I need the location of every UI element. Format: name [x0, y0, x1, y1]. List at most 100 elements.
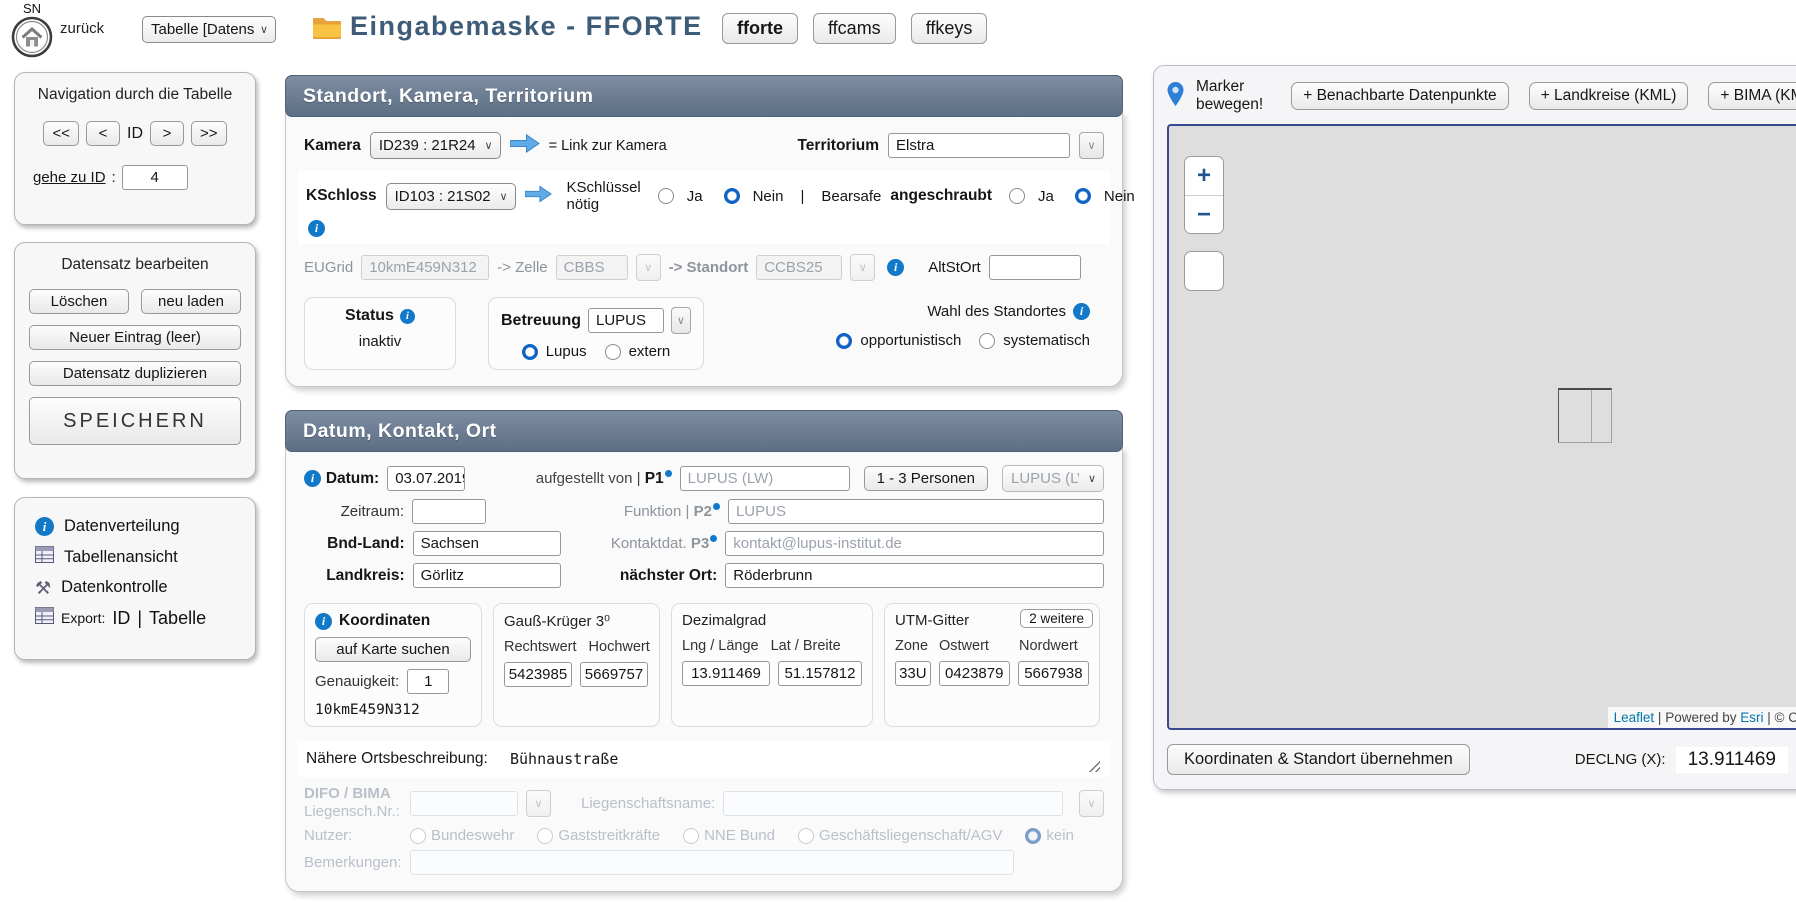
utm-ost-input[interactable]: 0423879	[939, 661, 1010, 686]
betreuung-lupus-radio[interactable]	[522, 344, 538, 360]
new-entry-button[interactable]: Neuer Eintrag (leer)	[29, 325, 241, 350]
reload-button[interactable]: neu laden	[141, 289, 241, 314]
landkreis-input[interactable]: Görlitz	[413, 563, 561, 588]
rechtswert-input[interactable]: 5423985	[504, 662, 572, 687]
sidebar-item-tabellenansicht[interactable]: Tabellenansicht	[35, 546, 241, 568]
systematisch-radio[interactable]	[979, 333, 995, 349]
datum-info-icon[interactable]	[304, 470, 321, 487]
first-record-button[interactable]: <<	[43, 121, 79, 146]
p1-input[interactable]: LUPUS (LW)	[680, 466, 850, 491]
gk-title: Gauß-Krüger 3⁰	[504, 612, 649, 630]
p1-select[interactable]: LUPUS (LW	[1002, 465, 1104, 492]
utm-zone-input[interactable]: 33U	[895, 661, 931, 686]
status-value: inaktiv	[317, 333, 443, 350]
arrow-right-icon[interactable]	[510, 134, 540, 157]
kschluessel-ja-radio[interactable]	[658, 188, 674, 204]
kschluessel-nein-radio[interactable]	[724, 188, 740, 204]
back-link[interactable]: zurück	[60, 20, 104, 37]
utm-more-button[interactable]: 2 weitere	[1020, 609, 1093, 628]
p2-prefix-label: Funktion |	[624, 503, 690, 520]
altstort-input[interactable]	[989, 255, 1081, 280]
esri-link[interactable]: Esri	[1740, 710, 1763, 725]
bima-kml-button[interactable]: + BIMA (KML)	[1708, 82, 1796, 110]
map-extra-control-button[interactable]	[1184, 251, 1224, 291]
sidebar-item-datenverteilung[interactable]: Datenverteilung	[35, 517, 241, 536]
export-label: Export:	[61, 610, 105, 626]
beschreibung-textarea[interactable]: Bühnaustraße	[498, 746, 1102, 772]
utm-nord-input[interactable]: 5667938	[1018, 661, 1089, 686]
app-button-fforte[interactable]: fforte	[722, 13, 798, 44]
opportunistisch-radio[interactable]	[836, 333, 852, 349]
zelle-input: CBBS	[556, 255, 628, 280]
liegensch-nr-label: Liegensch.Nr.:	[304, 803, 400, 820]
kamera-label: Kamera	[304, 137, 361, 155]
leaflet-link[interactable]: Leaflet	[1614, 710, 1655, 725]
app-button-ffcams[interactable]: ffcams	[813, 13, 896, 44]
kschluessel-label: KSchlüssel nötig	[567, 179, 641, 213]
kschloss-info-icon[interactable]	[308, 220, 325, 237]
koordinaten-uebernehmen-button[interactable]: Koordinaten & Standort übernehmen	[1167, 744, 1470, 775]
p2-input[interactable]: LUPUS	[728, 499, 1104, 524]
map-canvas[interactable]: + − Leaflet | Powered by Esri | © C	[1167, 124, 1796, 730]
personen-button[interactable]: 1 - 3 Personen	[864, 466, 988, 491]
standort-input: CCBS25	[756, 255, 842, 280]
sidebar-item-datenkontrolle[interactable]: ⚒ Datenkontrolle	[35, 578, 241, 597]
zeitraum-input[interactable]	[412, 499, 486, 524]
app-button-ffkeys[interactable]: ffkeys	[911, 13, 988, 44]
zoom-out-button[interactable]: −	[1185, 195, 1223, 233]
region-label: SN	[8, 1, 56, 16]
lng-input[interactable]: 13.911469	[682, 661, 770, 686]
genauigkeit-input[interactable]: 1	[407, 669, 449, 694]
zoom-in-button[interactable]: +	[1185, 157, 1223, 195]
karte-suchen-button[interactable]: auf Karte suchen	[315, 637, 471, 662]
map-tile-outline	[1558, 388, 1612, 443]
kschloss-label: KSchloss	[306, 187, 377, 205]
goto-id-link[interactable]: gehe zu ID	[33, 169, 106, 186]
resize-handle-icon[interactable]	[1087, 759, 1100, 772]
prev-record-button[interactable]: <	[86, 121, 120, 146]
betreuung-box: Betreuung LUPUS Lupus extern	[488, 297, 704, 370]
bearsafe-ja-radio[interactable]	[1009, 188, 1025, 204]
export-id-link[interactable]: ID	[112, 608, 130, 629]
goto-id-input[interactable]: 4	[122, 165, 188, 190]
bearsafe-nein-radio[interactable]	[1075, 188, 1091, 204]
save-button[interactable]: SPEICHERN	[29, 397, 241, 445]
declng-label: DECLNG (X):	[1575, 751, 1666, 768]
id-label: ID	[127, 125, 143, 143]
delete-button[interactable]: Löschen	[29, 289, 129, 314]
duplicate-button[interactable]: Datensatz duplizieren	[29, 361, 241, 386]
map-attribution: Leaflet | Powered by Esri | © C	[1608, 707, 1796, 728]
betreuung-input[interactable]: LUPUS	[588, 308, 664, 333]
gk-col1-label: Rechtswert	[504, 639, 577, 655]
p3-input[interactable]: kontakt@lupus-institut.de	[725, 531, 1104, 556]
table-select[interactable]: Tabelle [Datens	[142, 16, 276, 43]
betreuung-extern-radio[interactable]	[605, 344, 621, 360]
koordinaten-info-icon[interactable]	[315, 613, 332, 630]
benachbarte-datenpunkte-button[interactable]: + Benachbarte Datenpunkte	[1291, 82, 1508, 110]
territorium-dropdown-button[interactable]	[1079, 132, 1104, 159]
last-record-button[interactable]: >>	[191, 121, 227, 146]
betreuung-dropdown-button[interactable]	[671, 307, 691, 334]
standort-info-icon[interactable]	[887, 259, 904, 276]
next-record-button[interactable]: >	[150, 121, 184, 146]
territorium-input[interactable]: Elstra	[888, 133, 1070, 158]
ort-input[interactable]: Röderbrunn	[725, 563, 1104, 588]
p2-label: P2	[694, 503, 712, 520]
bndland-input[interactable]: Sachsen	[413, 531, 561, 556]
wahl-info-icon[interactable]	[1073, 303, 1090, 320]
lat-input[interactable]: 51.157812	[778, 661, 862, 686]
status-info-icon[interactable]	[400, 309, 415, 324]
home-icon[interactable]	[11, 45, 53, 62]
bemerkungen-input	[410, 850, 1014, 875]
landkreise-kml-button[interactable]: + Landkreise (KML)	[1529, 82, 1689, 110]
hochwert-input[interactable]: 5669757	[580, 662, 648, 687]
kamera-select[interactable]: ID239 : 21R24	[370, 132, 501, 159]
p1-label: P1	[645, 470, 664, 487]
datum-input[interactable]: 03.07.2019	[387, 466, 465, 491]
export-table-link[interactable]: Tabelle	[149, 608, 206, 629]
kschloss-select[interactable]: ID103 : 21S02	[386, 183, 516, 210]
status-label: Status	[345, 307, 394, 325]
utm-zone-label: Zone	[895, 638, 939, 654]
status-box: Status inaktiv	[304, 297, 456, 370]
zeitraum-label: Zeitraum:	[324, 503, 404, 520]
